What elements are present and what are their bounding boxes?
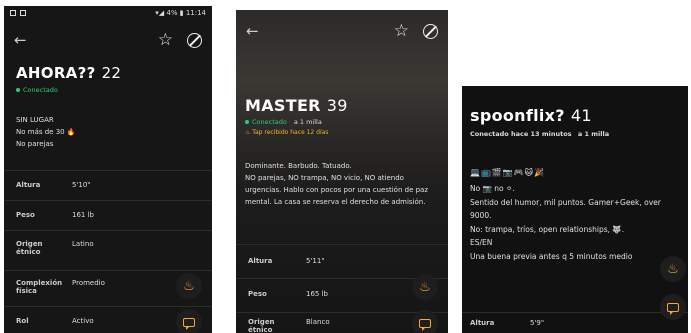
- stat-label: Altura: [470, 319, 495, 327]
- emoji-row: 💻📺🎬📷🎮🐱🎉: [470, 168, 546, 177]
- online-status: Conectado: [16, 86, 121, 94]
- online-dot-icon: [245, 120, 249, 124]
- back-arrow-icon[interactable]: ←: [14, 31, 27, 49]
- chat-button[interactable]: [412, 310, 438, 333]
- stat-label: Peso: [16, 211, 35, 219]
- profile-screen-3: spoonflix? 41 Conectado hace 13 minutos a…: [462, 86, 688, 333]
- battery-label: 4%: [166, 9, 178, 17]
- stat-row: Altura 5'10": [4, 170, 212, 200]
- notification-icon: [10, 10, 16, 16]
- stat-value: 5'10": [72, 181, 91, 189]
- tap-button[interactable]: ♨: [412, 274, 438, 300]
- star-icon[interactable]: ☆: [394, 21, 409, 41]
- profile-name-row: AHORA?? 22: [16, 64, 121, 82]
- stat-value: Latino: [72, 240, 94, 248]
- top-bar: ← ☆: [4, 28, 212, 52]
- stat-row: Altura 5'9": [462, 312, 688, 333]
- chat-button[interactable]: [660, 294, 686, 320]
- profile-name: spoonflix?: [470, 106, 565, 125]
- profile-bio: SIN LUGAR No más de 30 🔥 No parejas: [16, 114, 196, 150]
- bio-line: SIN LUGAR: [16, 116, 54, 124]
- flame-icon: ♨: [419, 279, 431, 295]
- online-status: Conectado hace 13 minutos a 1 milla: [470, 130, 609, 138]
- stat-row: Altura 5'11": [236, 244, 448, 278]
- wifi-signal-icon: ▾◢: [155, 9, 167, 17]
- bio-line: Dominante. Barbudo. Tatuado.: [245, 162, 352, 170]
- profile-name-row: spoonflix? 41: [470, 106, 609, 125]
- chat-icon: [419, 318, 431, 331]
- bio-line: No parejas: [16, 140, 54, 148]
- tap-button[interactable]: ♨: [660, 256, 686, 282]
- online-dot-icon: [16, 88, 20, 92]
- stat-label: Origen étnico: [16, 240, 43, 256]
- bio-line: ES/EN: [470, 238, 493, 247]
- stat-label: Peso: [248, 290, 267, 298]
- block-icon[interactable]: [187, 32, 202, 48]
- stat-value: 165 lb: [306, 290, 328, 298]
- stat-value: 161 lb: [72, 211, 94, 219]
- stat-value: Blanco: [306, 318, 330, 326]
- profile-age: 41: [570, 106, 592, 125]
- tap-received: ♨ Tap recibido hace 12 días: [245, 129, 348, 136]
- chat-icon: [667, 302, 679, 315]
- bio-line: No más de 30 🔥: [16, 128, 76, 136]
- image-icon: [20, 10, 26, 16]
- stat-value: 5'11": [306, 257, 325, 265]
- online-label: Conectado: [252, 118, 287, 126]
- tap-button[interactable]: ♨: [176, 273, 202, 299]
- status-bar: ▾◢ 4% ▮ 11:14: [4, 6, 212, 20]
- tap-label: Tap recibido hace 12 días: [252, 129, 329, 136]
- online-label: Conectado: [23, 86, 58, 94]
- block-icon[interactable]: [423, 23, 438, 39]
- profile-age: 22: [101, 64, 122, 82]
- bio-line: No: trampa, tríos, open relationships, 🐺…: [470, 224, 625, 234]
- profile-bio: No 📷 no ⚪. Sentido del humor, mil puntos…: [470, 182, 670, 263]
- stat-value: 5'9": [530, 319, 545, 327]
- star-icon[interactable]: ☆: [158, 30, 173, 50]
- stat-row: Peso 161 lb: [4, 200, 212, 230]
- profile-name-row: MASTER 39: [245, 96, 348, 115]
- flame-icon: ♨: [183, 278, 195, 294]
- stat-value: Promedio: [72, 279, 105, 287]
- back-arrow-icon[interactable]: ←: [246, 22, 259, 40]
- chat-icon: [183, 317, 195, 330]
- stat-label: Origen étnico: [248, 318, 275, 333]
- chat-button[interactable]: [176, 309, 202, 333]
- stat-label: Altura: [248, 257, 273, 265]
- clock: 11:14: [185, 9, 206, 17]
- distance-label: a 1 milla: [293, 118, 322, 126]
- bio-line: Una buena previa antes q 5 minutos medio: [470, 251, 633, 261]
- stat-row: Origen étnico Latino: [4, 230, 212, 270]
- profile-name: AHORA??: [16, 64, 96, 82]
- profile-screen-2: ← ☆ MASTER 39 Conectado a 1 milla ♨ Tap r…: [236, 10, 448, 333]
- stat-label: Complexión física: [16, 279, 63, 295]
- profile-name: MASTER: [245, 96, 321, 115]
- battery-icon: ▮: [179, 9, 184, 17]
- profile-bio: Dominante. Barbudo. Tatuado. NO parejas,…: [245, 160, 441, 208]
- bio-line: Sentido del humor, mil puntos. Gamer+Gee…: [470, 197, 661, 221]
- stat-label: Altura: [16, 181, 41, 189]
- distance-label: a 1 milla: [577, 130, 610, 138]
- stat-value: Activo: [72, 317, 94, 325]
- top-bar: ← ☆: [236, 19, 448, 43]
- profile-age: 39: [326, 96, 348, 115]
- online-status: Conectado a 1 milla: [245, 118, 348, 126]
- online-label: Conectado hace 13 minutos: [470, 130, 572, 138]
- bio-line: NO parejas, NO trampa, NO vicio, NO atie…: [245, 174, 429, 206]
- flame-icon: ♨: [667, 261, 679, 277]
- stat-label: Rol: [16, 317, 29, 325]
- bio-line: No 📷 no ⚪.: [470, 184, 515, 193]
- profile-screen-1: ▾◢ 4% ▮ 11:14 ← ☆ AHORA?? 22 Conectado SI…: [4, 6, 212, 333]
